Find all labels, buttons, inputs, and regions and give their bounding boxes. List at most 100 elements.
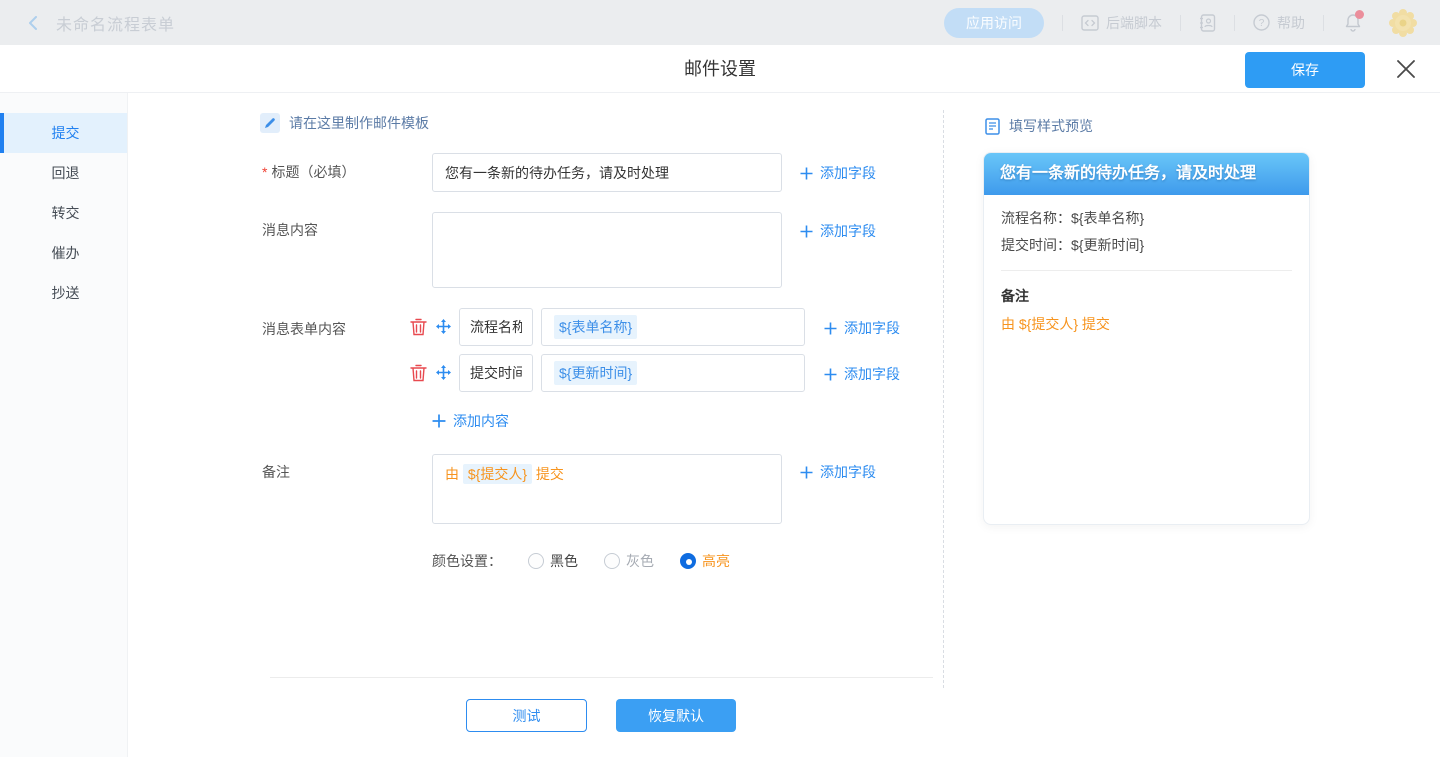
svg-text:?: ? <box>1259 18 1265 29</box>
radio-highlight[interactable] <box>680 553 696 569</box>
sidebar-item-urge[interactable]: 催办 <box>0 233 127 273</box>
backend-script-button[interactable]: 后端脚本 <box>1081 13 1162 33</box>
document-icon <box>985 118 1000 135</box>
topbar-right: 应用访问 后端脚本 ? 帮助 <box>944 8 1440 38</box>
add-field-link-title[interactable]: 添加字段 <box>800 163 876 183</box>
delete-icon[interactable] <box>410 318 428 336</box>
sidebar-item-transfer[interactable]: 转交 <box>0 193 127 233</box>
required-mark: * <box>262 164 267 180</box>
app-access-button[interactable]: 应用访问 <box>944 8 1044 38</box>
divider <box>1180 15 1181 31</box>
plus-icon <box>800 167 813 180</box>
field-token-input-1[interactable]: ${表单名称} <box>541 308 805 346</box>
sidebar: 提交 回退 转交 催办 抄送 <box>0 93 128 757</box>
contacts-icon <box>1199 14 1216 32</box>
modal-body: 提交 回退 转交 催办 抄送 请在这里制作邮件模板 *标题（必填） 添加字段 消… <box>0 93 1440 757</box>
plus-icon <box>800 225 813 238</box>
field-token-input-2[interactable]: ${更新时间} <box>541 354 805 392</box>
add-field-link-message[interactable]: 添加字段 <box>800 221 876 241</box>
color-setting-label: 颜色设置： <box>432 551 502 571</box>
divider <box>1062 15 1063 31</box>
preview-remark-token: ${提交人} <box>1019 316 1078 332</box>
form-content-label: 消息表单内容 <box>262 319 346 339</box>
add-content-link[interactable]: 添加内容 <box>432 411 509 431</box>
radio-gray-label: 灰色 <box>626 551 654 571</box>
notification-dot <box>1355 10 1364 19</box>
add-field-link-row1[interactable]: 添加字段 <box>824 318 900 338</box>
restore-default-button[interactable]: 恢复默认 <box>616 699 736 732</box>
add-field-link-row2[interactable]: 添加字段 <box>824 364 900 384</box>
preview-header: 填写样式预览 <box>985 116 1093 136</box>
modal-header: 邮件设置 保存 <box>0 45 1440 93</box>
modal-title: 邮件设置 <box>0 45 1440 93</box>
color-setting-row: 颜色设置： 黑色 灰色 高亮 <box>432 551 730 571</box>
help-button[interactable]: ? 帮助 <box>1253 13 1305 33</box>
radio-black-label: 黑色 <box>550 551 578 571</box>
plus-icon <box>824 322 837 335</box>
backend-script-label: 后端脚本 <box>1106 13 1162 33</box>
avatar[interactable] <box>1388 8 1418 38</box>
add-field-label: 添加字段 <box>820 462 876 482</box>
preview-card: 您有一条新的待办任务，请及时处理 流程名称：${表单名称} 提交时间：${更新时… <box>983 152 1310 525</box>
bottom-divider <box>270 677 933 678</box>
field-name-input-1[interactable] <box>459 308 533 346</box>
remark-token-chip: ${提交人} <box>463 464 532 484</box>
page-title: 未命名流程表单 <box>56 11 175 35</box>
back-icon[interactable] <box>26 16 40 30</box>
preview-header-label: 填写样式预览 <box>1009 116 1093 136</box>
help-icon: ? <box>1253 14 1270 31</box>
vertical-dashed-divider <box>943 110 944 688</box>
close-icon[interactable] <box>1395 58 1417 80</box>
radio-highlight-label: 高亮 <box>702 551 730 571</box>
add-field-label: 添加字段 <box>844 318 900 338</box>
preview-line-process-name: 流程名称：${表单名称} <box>1001 205 1292 232</box>
save-button[interactable]: 保存 <box>1245 52 1365 88</box>
plus-icon <box>800 466 813 479</box>
preview-divider <box>1001 270 1292 271</box>
preview-remark-title: 备注 <box>1001 283 1292 309</box>
preview-remark-line: 由 ${提交人} 提交 <box>1001 309 1292 339</box>
add-field-label: 添加字段 <box>844 364 900 384</box>
add-field-label: 添加字段 <box>820 163 876 183</box>
contacts-button[interactable] <box>1199 14 1216 32</box>
add-content-label: 添加内容 <box>453 411 509 431</box>
sidebar-item-submit[interactable]: 提交 <box>0 113 127 153</box>
token-chip: ${表单名称} <box>554 315 637 339</box>
remark-suffix: 提交 <box>536 466 564 482</box>
title-input[interactable] <box>432 153 782 192</box>
preview-card-body: 流程名称：${表单名称} 提交时间：${更新时间} 备注 由 ${提交人} 提交 <box>984 195 1309 349</box>
edit-pencil-icon <box>260 113 280 133</box>
token-chip: ${更新时间} <box>554 361 637 385</box>
sidebar-item-rollback[interactable]: 回退 <box>0 153 127 193</box>
add-field-label: 添加字段 <box>820 221 876 241</box>
message-textarea[interactable] <box>432 212 782 288</box>
title-label: *标题（必填） <box>262 153 355 192</box>
notifications-button[interactable] <box>1344 13 1362 32</box>
screen: 未命名流程表单 应用访问 后端脚本 ? 帮助 <box>0 0 1440 757</box>
test-button[interactable]: 测试 <box>466 699 587 732</box>
move-icon[interactable] <box>434 363 452 381</box>
code-icon <box>1081 15 1099 31</box>
remark-textarea[interactable]: 由 ${提交人} 提交 <box>432 454 782 524</box>
move-icon[interactable] <box>434 317 452 335</box>
preview-line-submit-time: 提交时间：${更新时间} <box>1001 232 1292 259</box>
add-field-link-remark[interactable]: 添加字段 <box>800 462 876 482</box>
divider <box>1323 15 1324 31</box>
remark-label: 备注 <box>262 462 290 482</box>
radio-black[interactable] <box>528 553 544 569</box>
radio-gray[interactable] <box>604 553 620 569</box>
topbar: 未命名流程表单 应用访问 后端脚本 ? 帮助 <box>0 0 1440 45</box>
plus-icon <box>432 414 446 428</box>
preview-card-title: 您有一条新的待办任务，请及时处理 <box>984 153 1309 195</box>
divider <box>1234 15 1235 31</box>
plus-icon <box>824 368 837 381</box>
field-name-input-2[interactable] <box>459 354 533 392</box>
template-hint: 请在这里制作邮件模板 <box>260 113 429 133</box>
delete-icon[interactable] <box>410 364 428 382</box>
topbar-left: 未命名流程表单 <box>0 11 175 35</box>
message-label: 消息内容 <box>262 220 318 240</box>
template-hint-label: 请在这里制作邮件模板 <box>289 113 429 133</box>
help-label: 帮助 <box>1277 13 1305 33</box>
sidebar-item-cc[interactable]: 抄送 <box>0 273 127 313</box>
remark-prefix: 由 <box>445 466 459 482</box>
